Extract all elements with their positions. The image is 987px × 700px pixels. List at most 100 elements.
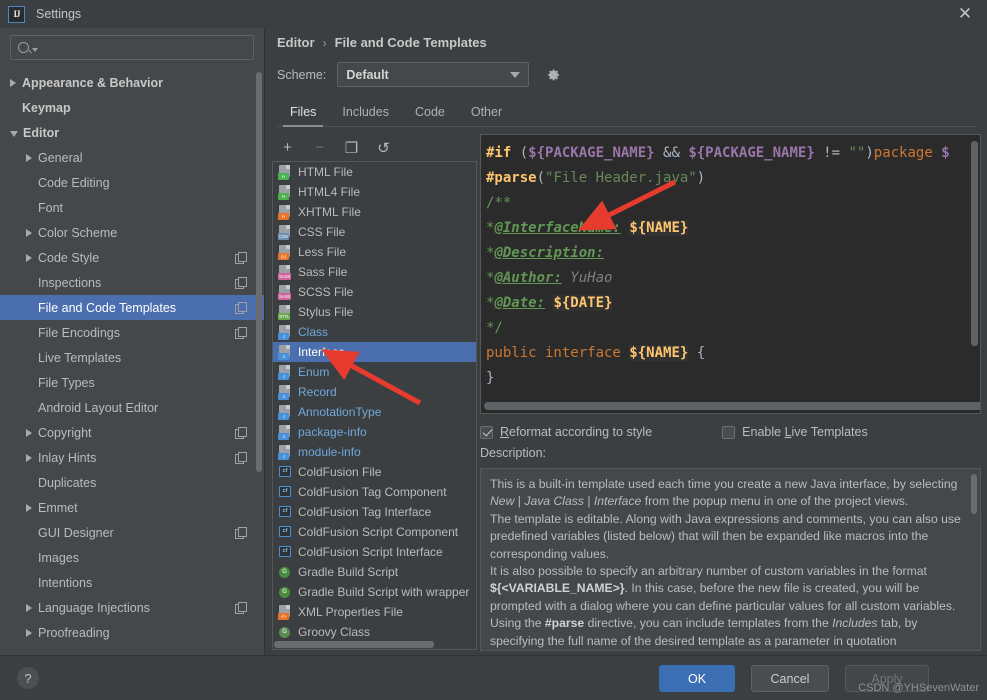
- template-list-item[interactable]: SASS SCSS File: [273, 282, 476, 302]
- coldfusion-icon: cf: [278, 505, 292, 520]
- sidebar-item-file-and-code-templates[interactable]: File and Code Templates: [0, 295, 264, 320]
- template-editor[interactable]: #if (${PACKAGE_NAME} && ${PACKAGE_NAME} …: [480, 134, 981, 414]
- template-list-item[interactable]: H XHTML File: [273, 202, 476, 222]
- sidebar-item-emmet[interactable]: Emmet: [0, 495, 264, 520]
- gear-icon[interactable]: [545, 67, 561, 83]
- sidebar-item-gui-designer[interactable]: GUI Designer: [0, 520, 264, 545]
- sidebar-item-inlay-hints[interactable]: Inlay Hints: [0, 445, 264, 470]
- scheme-select[interactable]: Default: [337, 62, 530, 87]
- sidebar-item-color-scheme[interactable]: Color Scheme: [0, 220, 264, 245]
- sidebar-item-duplicates[interactable]: Duplicates: [0, 470, 264, 495]
- template-list-item[interactable]: CSS CSS File: [273, 222, 476, 242]
- template-list-item[interactable]: SASS Sass File: [273, 262, 476, 282]
- close-icon[interactable]: ✕: [943, 0, 987, 28]
- chevron-right-icon[interactable]: [26, 503, 32, 512]
- chevron-right-icon[interactable]: [26, 603, 32, 612]
- sidebar-item-label: File Types: [38, 375, 95, 390]
- chevron-right-icon[interactable]: [26, 253, 32, 262]
- search-box[interactable]: [10, 35, 254, 60]
- template-list-item[interactable]: J Class: [273, 322, 476, 342]
- reformat-checkbox[interactable]: Reformat according to style: [480, 425, 652, 439]
- template-list-item[interactable]: H HTML File: [273, 162, 476, 182]
- template-list-item[interactable]: J Interface: [273, 342, 476, 362]
- chevron-right-icon[interactable]: [26, 228, 32, 237]
- template-list-item[interactable]: G Groovy Class: [273, 622, 476, 642]
- sidebar-scrollbar-thumb[interactable]: [256, 72, 262, 472]
- chevron-right-icon[interactable]: [26, 428, 32, 437]
- template-list-item[interactable]: {L} Less File: [273, 242, 476, 262]
- chevron-right-icon[interactable]: [26, 153, 32, 162]
- template-list-item[interactable]: Jmodule-info: [273, 442, 476, 462]
- ok-button[interactable]: OK: [659, 665, 735, 692]
- template-list-item[interactable]: G Gradle Build Script with wrapper: [273, 582, 476, 602]
- sidebar-item-appearance-behavior[interactable]: Appearance & Behavior: [0, 70, 264, 95]
- sidebar-item-code-style[interactable]: Code Style: [0, 245, 264, 270]
- tab-other[interactable]: Other: [458, 105, 515, 126]
- search-input[interactable]: [42, 40, 246, 55]
- reformat-checkbox-box[interactable]: [480, 425, 493, 439]
- sidebar-item-proofreading[interactable]: Proofreading: [0, 620, 264, 645]
- template-list-item-label: HTML File: [298, 165, 353, 179]
- template-list-hscrollbar[interactable]: [274, 641, 434, 648]
- copy-settings-icon[interactable]: [235, 277, 247, 289]
- editor-vscrollbar[interactable]: [971, 141, 978, 346]
- live-templates-checkbox[interactable]: Enable Live Templates: [722, 425, 868, 439]
- template-list-item[interactable]: cf ColdFusion Tag Interface: [273, 502, 476, 522]
- template-list[interactable]: H HTML File H HTML4 File H XHTML File CSS CSS F…: [272, 161, 477, 650]
- add-template-button[interactable]: +: [279, 139, 296, 156]
- copy-settings-icon[interactable]: [235, 427, 247, 439]
- chevron-down-icon[interactable]: [10, 130, 18, 137]
- editor-hscrollbar[interactable]: [484, 402, 980, 410]
- reset-template-button[interactable]: ↺: [375, 139, 392, 157]
- template-list-item[interactable]: J Record: [273, 382, 476, 402]
- tab-files[interactable]: Files: [277, 105, 329, 127]
- help-button[interactable]: ?: [17, 667, 39, 689]
- sidebar-item-keymap[interactable]: Keymap: [0, 95, 264, 120]
- breadcrumb-parent[interactable]: Editor: [277, 35, 315, 50]
- copy-settings-icon[interactable]: [235, 602, 247, 614]
- sidebar-item-editor[interactable]: Editor: [0, 120, 264, 145]
- chevron-right-icon[interactable]: [26, 628, 32, 637]
- chevron-right-icon[interactable]: [26, 453, 32, 462]
- sidebar-item-android-layout-editor[interactable]: Android Layout Editor: [0, 395, 264, 420]
- sidebar-item-font[interactable]: Font: [0, 195, 264, 220]
- tab-code[interactable]: Code: [402, 105, 458, 126]
- sidebar-item-copyright[interactable]: Copyright: [0, 420, 264, 445]
- copy-template-button[interactable]: ❐: [343, 139, 360, 157]
- description-scrollbar[interactable]: [971, 474, 977, 514]
- template-list-item[interactable]: J Enum: [273, 362, 476, 382]
- sidebar-item-general[interactable]: General: [0, 145, 264, 170]
- copy-settings-icon[interactable]: [235, 252, 247, 264]
- live-templates-checkbox-box[interactable]: [722, 425, 736, 439]
- sidebar-item-language-injections[interactable]: Language Injections: [0, 595, 264, 620]
- template-list-item[interactable]: Jpackage-info: [273, 422, 476, 442]
- groovy-class-icon: G: [278, 625, 292, 640]
- sidebar-item-live-templates[interactable]: Live Templates: [0, 345, 264, 370]
- sidebar-item-inspections[interactable]: Inspections: [0, 270, 264, 295]
- sidebar-item-intentions[interactable]: Intentions: [0, 570, 264, 595]
- copy-settings-icon[interactable]: [235, 302, 247, 314]
- template-code[interactable]: #if (${PACKAGE_NAME} && ${PACKAGE_NAME} …: [481, 135, 980, 391]
- cancel-button[interactable]: Cancel: [751, 665, 829, 692]
- template-list-item[interactable]: cf ColdFusion Script Component: [273, 522, 476, 542]
- sidebar-item-code-editing[interactable]: Code Editing: [0, 170, 264, 195]
- sidebar-search-wrap: [0, 28, 264, 66]
- template-list-item[interactable]: H HTML4 File: [273, 182, 476, 202]
- sidebar-item-file-types[interactable]: File Types: [0, 370, 264, 395]
- sidebar-item-images[interactable]: Images: [0, 545, 264, 570]
- code-line: *@Description:: [486, 245, 605, 261]
- copy-settings-icon[interactable]: [235, 327, 247, 339]
- sidebar-item-file-encodings[interactable]: File Encodings: [0, 320, 264, 345]
- template-list-item[interactable]: STYL Stylus File: [273, 302, 476, 322]
- sidebar-item-label: Duplicates: [38, 475, 97, 490]
- chevron-right-icon[interactable]: [10, 78, 16, 87]
- copy-settings-icon[interactable]: [235, 452, 247, 464]
- template-list-item[interactable]: J AnnotationType: [273, 402, 476, 422]
- template-list-item[interactable]: G Gradle Build Script: [273, 562, 476, 582]
- template-list-item[interactable]: cf ColdFusion Tag Component: [273, 482, 476, 502]
- copy-settings-icon[interactable]: [235, 527, 247, 539]
- tab-includes[interactable]: Includes: [329, 105, 402, 126]
- template-list-item[interactable]: cf ColdFusion File: [273, 462, 476, 482]
- template-list-item[interactable]: <> XML Properties File: [273, 602, 476, 622]
- template-list-item[interactable]: cf ColdFusion Script Interface: [273, 542, 476, 562]
